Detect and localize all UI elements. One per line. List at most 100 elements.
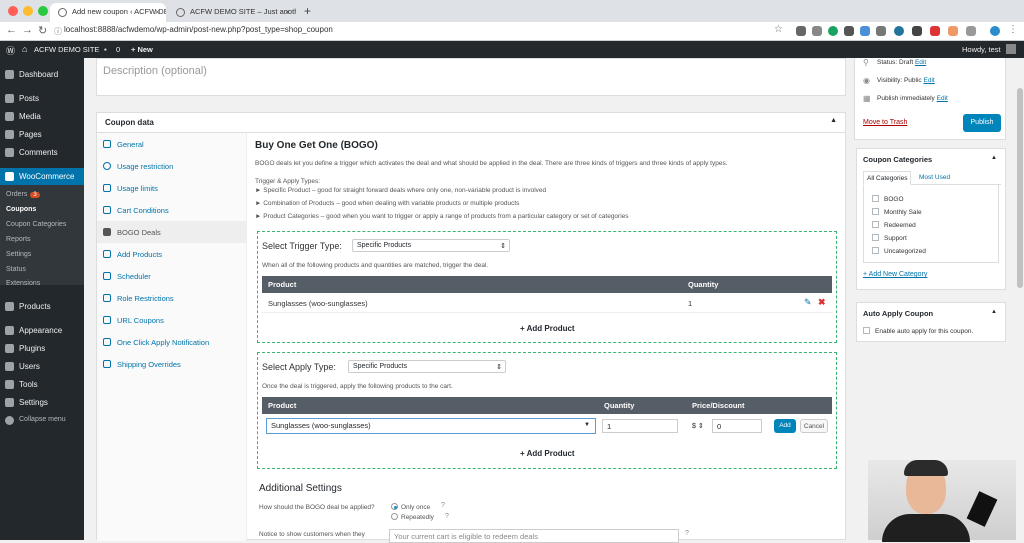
help-tip-icon[interactable]: ? — [441, 502, 445, 509]
sidebar-item-dashboard[interactable]: Dashboard — [0, 66, 84, 83]
trigger-type-select[interactable]: Specific Products ⇕ — [352, 239, 510, 252]
tab-shipping-overrides[interactable]: Shipping Overrides — [97, 353, 247, 375]
tab-usage-limits[interactable]: Usage limits — [97, 177, 247, 199]
site-info-icon[interactable]: ⓘ — [54, 26, 62, 37]
extension-icon[interactable] — [860, 26, 870, 36]
delete-icon[interactable]: ✖ — [818, 297, 826, 308]
description-field[interactable]: Description (optional) — [96, 58, 846, 96]
user-greeting[interactable]: Howdy, test — [962, 45, 1001, 54]
sidebar-item-comments[interactable]: Comments — [0, 144, 84, 161]
extension-icon[interactable] — [796, 26, 806, 36]
comments-count[interactable]: 0 — [116, 45, 120, 54]
submenu-coupons[interactable]: Coupons — [6, 206, 36, 213]
sidebar-item-posts[interactable]: Posts — [0, 90, 84, 107]
close-tab-icon[interactable]: × — [155, 7, 160, 17]
apply-add-product-button[interactable]: + Add Product — [520, 449, 575, 458]
collapse-menu-button[interactable]: Collapse menu — [0, 412, 84, 429]
comments-icon[interactable]: ▪ — [104, 45, 107, 54]
extension-icon[interactable] — [948, 26, 958, 36]
extension-icon[interactable] — [876, 26, 886, 36]
radio-only-once[interactable] — [391, 503, 398, 510]
submenu-extensions[interactable]: Extensions — [6, 280, 40, 287]
browser-tab[interactable]: ACFW DEMO SITE – Just anoth... × — [168, 3, 296, 22]
category-checkbox[interactable] — [872, 208, 879, 215]
category-checkbox[interactable] — [872, 195, 879, 202]
apply-discount-input[interactable]: 0 — [712, 419, 762, 433]
tab-one-click-apply[interactable]: One Click Apply Notification — [97, 331, 247, 353]
tab-role-restrictions[interactable]: Role Restrictions — [97, 287, 247, 309]
collapse-toggle-icon[interactable]: ▲ — [991, 155, 997, 161]
new-tab-button[interactable]: + — [304, 4, 311, 18]
publish-edit-link[interactable]: Edit — [937, 95, 948, 102]
site-name-link[interactable]: ACFW DEMO SITE — [34, 45, 99, 54]
tab-usage-restriction[interactable]: Usage restriction — [97, 155, 247, 177]
tab-scheduler[interactable]: Scheduler — [97, 265, 247, 287]
tab-general[interactable]: General — [97, 133, 247, 155]
submenu-reports[interactable]: Reports — [6, 236, 31, 243]
collapse-toggle-icon[interactable]: ▲ — [830, 117, 837, 124]
wordpress-extension-icon[interactable] — [894, 26, 904, 36]
trigger-add-product-button[interactable]: + Add Product — [520, 324, 575, 333]
publish-button[interactable]: Publish — [963, 114, 1001, 132]
sidebar-item-pages[interactable]: Pages — [0, 126, 84, 143]
sidebar-item-products[interactable]: Products — [0, 298, 84, 315]
apply-quantity-input[interactable]: 1 — [602, 419, 678, 433]
address-bar[interactable]: localhost:8888/acfwdemo/wp-admin/post-ne… — [64, 25, 333, 34]
radio-repeatedly[interactable] — [391, 513, 398, 520]
wordpress-logo-icon[interactable]: Ⓦ — [6, 44, 15, 57]
new-content-link[interactable]: + New — [131, 45, 153, 54]
sidebar-item-settings[interactable]: Settings — [0, 394, 84, 411]
sidebar-item-media[interactable]: Media — [0, 108, 84, 125]
back-icon[interactable]: ← — [6, 24, 17, 36]
submenu-orders[interactable]: Orders 3 — [6, 191, 40, 198]
move-to-trash-link[interactable]: Move to Trash — [863, 119, 907, 126]
tab-most-used[interactable]: Most Used — [919, 174, 950, 181]
bookmark-star-icon[interactable]: ☆ — [774, 24, 783, 35]
scrollbar-thumb[interactable] — [1017, 88, 1023, 288]
tab-add-products[interactable]: Add Products — [97, 243, 247, 265]
sidebar-item-woocommerce[interactable]: WooCommerce — [0, 168, 84, 185]
sidebar-item-users[interactable]: Users — [0, 358, 84, 375]
tab-bogo-deals[interactable]: BOGO Deals — [97, 221, 247, 243]
visibility-edit-link[interactable]: Edit — [924, 77, 935, 84]
extension-icon[interactable] — [966, 26, 976, 36]
avatar[interactable] — [1006, 44, 1016, 54]
submenu-coupon-categories[interactable]: Coupon Categories — [6, 221, 66, 228]
add-row-button[interactable]: Add — [774, 419, 796, 433]
profile-avatar[interactable] — [990, 26, 1000, 36]
close-tab-icon[interactable]: × — [285, 7, 290, 17]
tab-url-coupons[interactable]: URL Coupons — [97, 309, 247, 331]
extension-icon[interactable] — [912, 26, 922, 36]
extension-icon[interactable] — [930, 26, 940, 36]
extension-icon[interactable] — [844, 26, 854, 36]
sidebar-item-plugins[interactable]: Plugins — [0, 340, 84, 357]
category-checkbox[interactable] — [872, 247, 879, 254]
category-checkbox[interactable] — [872, 234, 879, 241]
apply-type-select[interactable]: Specific Products ⇕ — [348, 360, 506, 373]
auto-apply-checkbox[interactable] — [863, 327, 870, 334]
browser-tab-active[interactable]: Add new coupon ‹ ACFW DEM... × — [50, 3, 166, 22]
collapse-toggle-icon[interactable]: ▲ — [991, 309, 997, 315]
minimize-window-icon[interactable] — [23, 6, 33, 16]
sidebar-item-tools[interactable]: Tools — [0, 376, 84, 393]
sidebar-item-appearance[interactable]: Appearance — [0, 322, 84, 339]
tab-all-categories[interactable]: All Categories — [863, 171, 912, 185]
reload-icon[interactable]: ↻ — [38, 24, 47, 37]
extension-icon[interactable] — [812, 26, 822, 36]
edit-pencil-icon[interactable]: ✎ — [804, 297, 812, 308]
help-tip-icon[interactable]: ? — [685, 530, 689, 537]
add-new-category-link[interactable]: + Add New Category — [863, 271, 927, 278]
page-scrollbar[interactable] — [1016, 58, 1024, 540]
notice-input[interactable]: Your current cart is eligible to redeem … — [389, 529, 679, 543]
submenu-status[interactable]: Status — [6, 266, 26, 273]
status-edit-link[interactable]: Edit — [915, 59, 926, 66]
tab-cart-conditions[interactable]: Cart Conditions — [97, 199, 247, 221]
maximize-window-icon[interactable] — [38, 6, 48, 16]
forward-icon[interactable]: → — [22, 24, 33, 36]
browser-menu-icon[interactable]: ⋮ — [1008, 24, 1018, 35]
submenu-settings[interactable]: Settings — [6, 251, 31, 258]
home-icon[interactable]: ⌂ — [22, 44, 27, 54]
close-window-icon[interactable] — [8, 6, 18, 16]
help-tip-icon[interactable]: ? — [445, 513, 449, 520]
category-checkbox[interactable] — [872, 221, 879, 228]
